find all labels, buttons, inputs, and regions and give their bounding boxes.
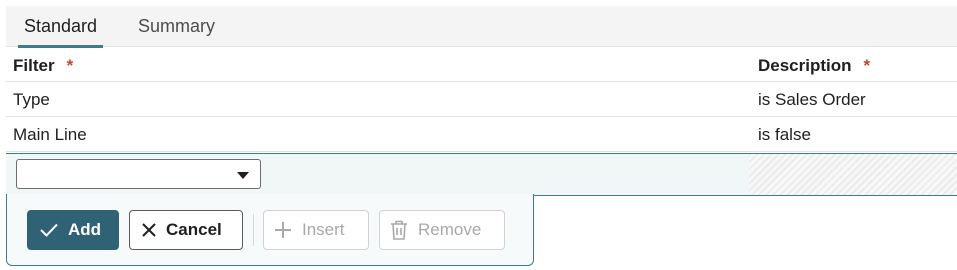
check-icon [40, 223, 58, 237]
cancel-button[interactable]: Cancel [129, 210, 243, 250]
grid-header-row: Filter * Description * [6, 47, 957, 82]
new-filter-edit-row [6, 153, 957, 196]
filter-cell: Type [13, 90, 50, 109]
add-button[interactable]: Add [27, 210, 119, 250]
insert-button-label: Insert [302, 220, 345, 239]
subtab-bar: Standard Summary [6, 6, 957, 48]
description-cell: is false [758, 125, 811, 144]
chevron-down-icon[interactable] [237, 172, 249, 179]
description-cell: is Sales Order [758, 90, 866, 109]
description-column-header: Description * [758, 56, 871, 75]
required-marker: * [66, 56, 74, 75]
table-row[interactable]: Main Line is false [6, 117, 957, 152]
disabled-description-cell [749, 154, 957, 195]
remove-button-label: Remove [418, 220, 482, 239]
button-divider [253, 214, 254, 246]
filter-select[interactable] [16, 159, 261, 189]
row-action-panel: Add Cancel Insert Remove [6, 194, 534, 266]
filter-cell: Main Line [13, 125, 87, 144]
tab-summary-label: Summary [138, 16, 216, 36]
tab-summary[interactable]: Summary [138, 16, 215, 37]
tab-standard-label: Standard [24, 16, 98, 36]
tab-standard[interactable]: Standard [18, 16, 104, 48]
filter-column-header: Filter * [13, 56, 74, 75]
add-button-label: Add [68, 220, 102, 239]
close-icon [142, 223, 156, 237]
remove-button[interactable]: Remove [379, 210, 505, 250]
table-row[interactable]: Type is Sales Order [6, 82, 957, 117]
cancel-button-label: Cancel [166, 220, 222, 239]
criteria-grid: Filter * Description * Type is Sales Order… [6, 47, 957, 152]
insert-button[interactable]: Insert [263, 210, 369, 250]
required-marker: * [863, 56, 871, 75]
trash-icon [391, 220, 407, 240]
plus-icon [275, 222, 291, 238]
